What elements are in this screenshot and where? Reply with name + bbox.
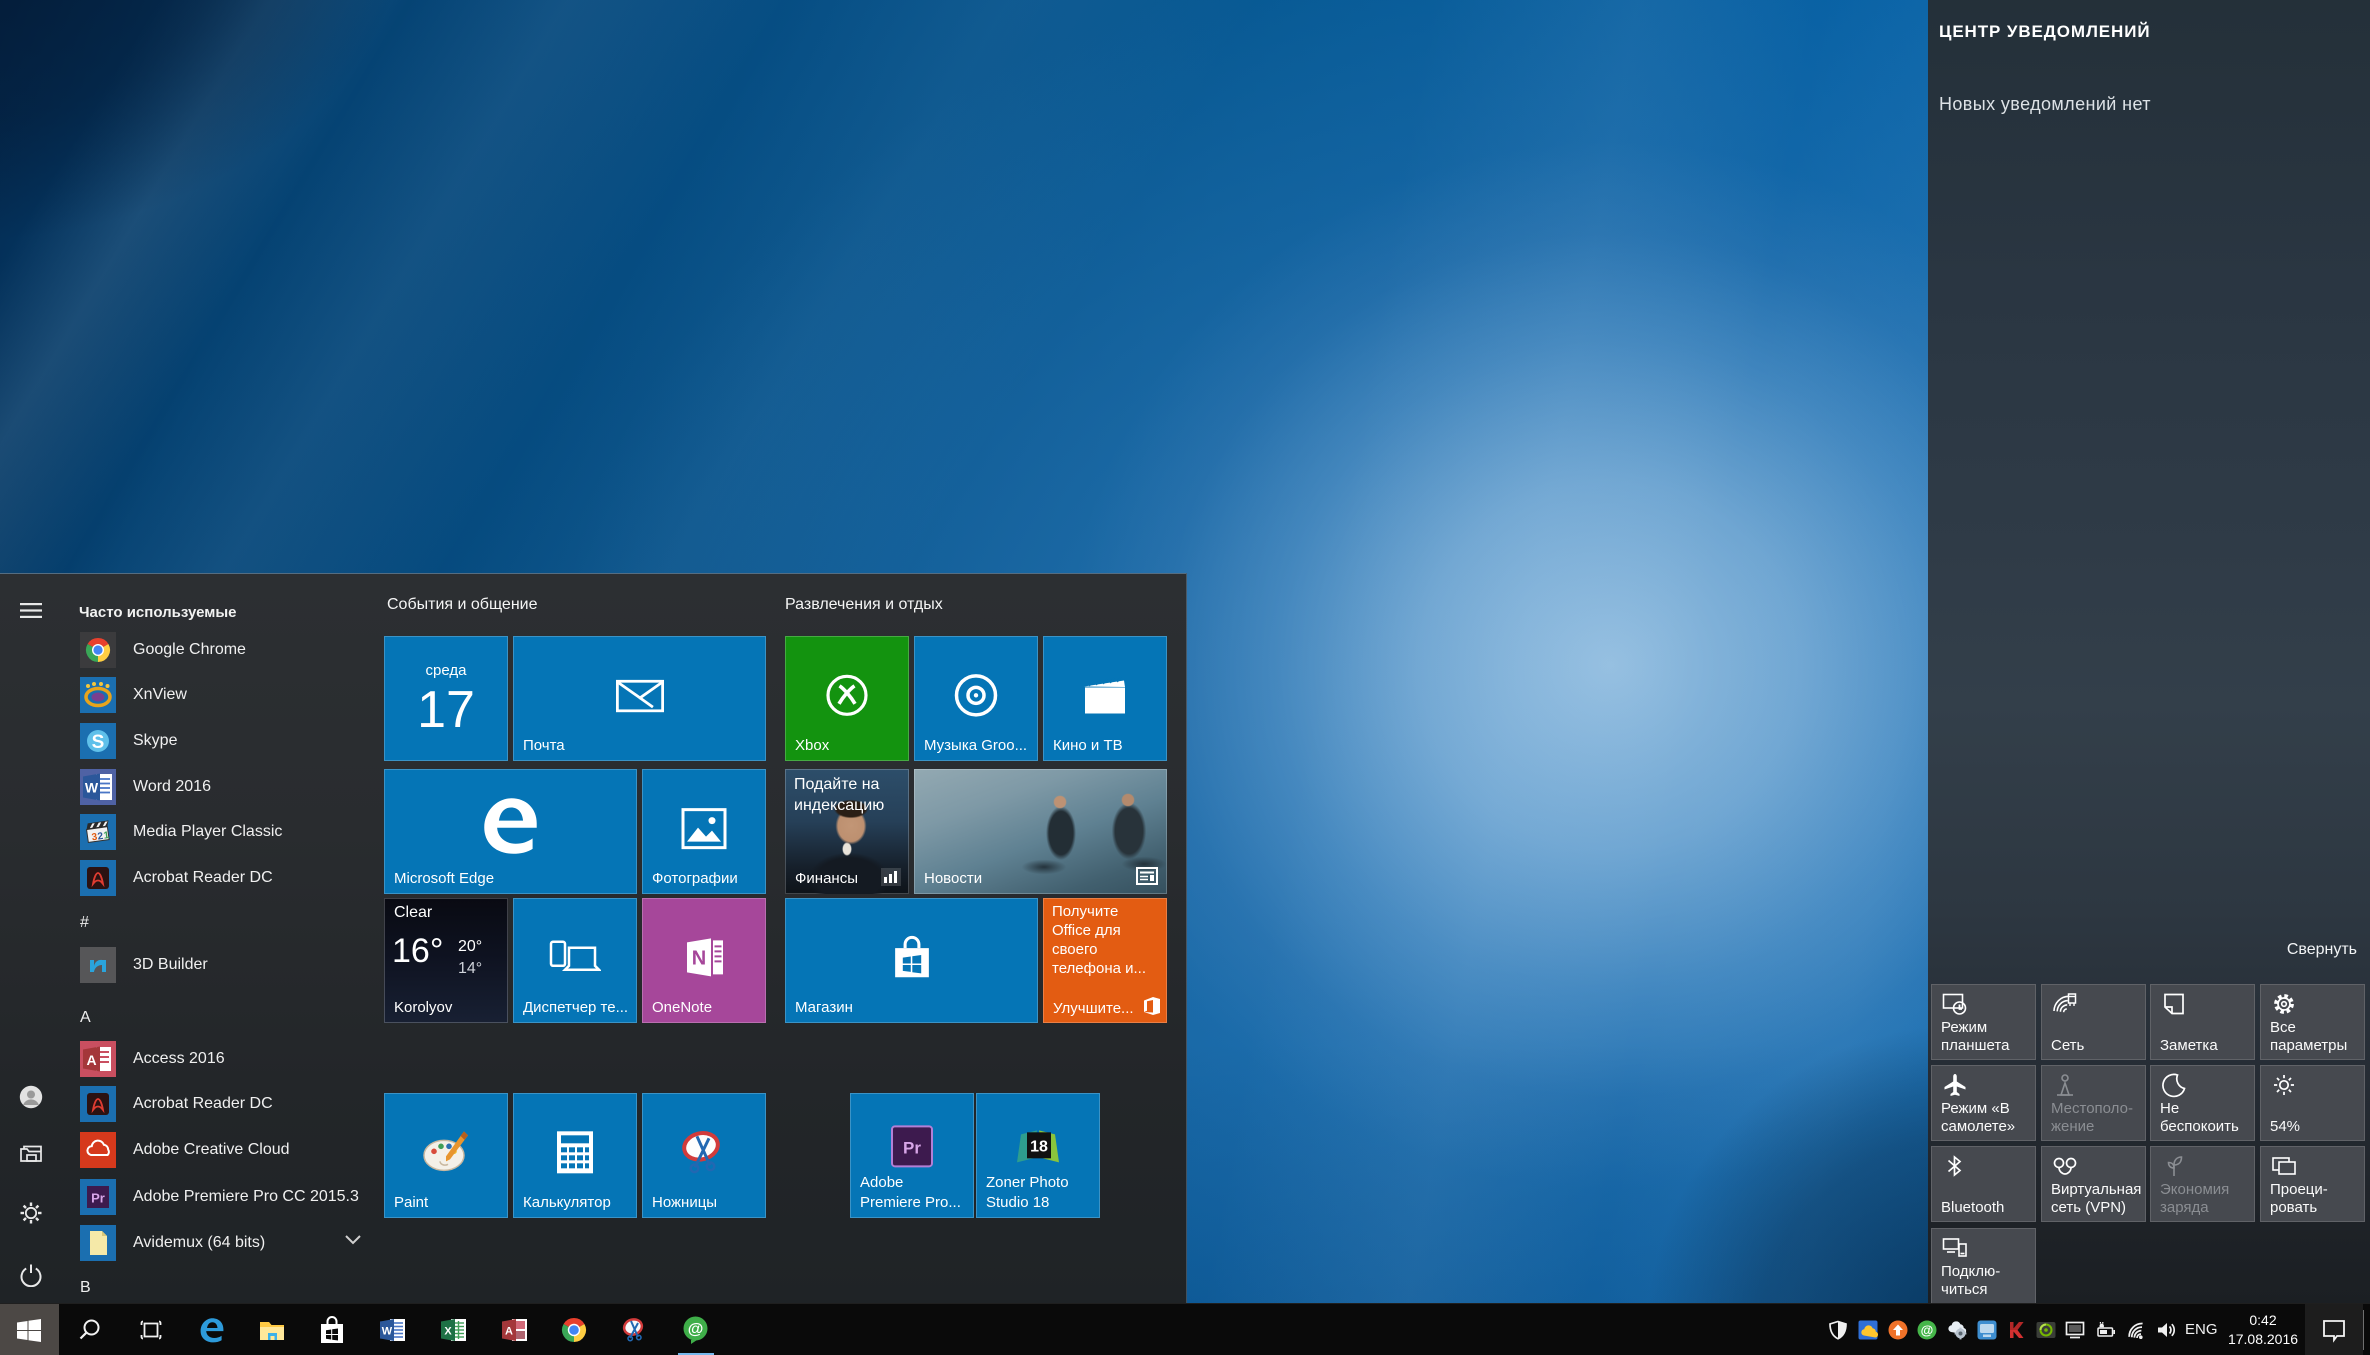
svg-text:Pr: Pr (903, 1138, 921, 1157)
svg-text:A: A (86, 1052, 96, 1068)
svg-text:@: @ (688, 1321, 704, 1338)
svg-text:W: W (85, 780, 99, 796)
svg-text:X: X (444, 1326, 452, 1338)
svg-text:18: 18 (1030, 1138, 1048, 1155)
svg-text:Pr: Pr (91, 1191, 105, 1206)
svg-text:S: S (92, 732, 105, 753)
svg-text:N: N (692, 947, 706, 969)
svg-text:@: @ (1921, 1323, 1934, 1338)
svg-text:W: W (382, 1326, 393, 1338)
svg-text:A: A (505, 1326, 513, 1338)
